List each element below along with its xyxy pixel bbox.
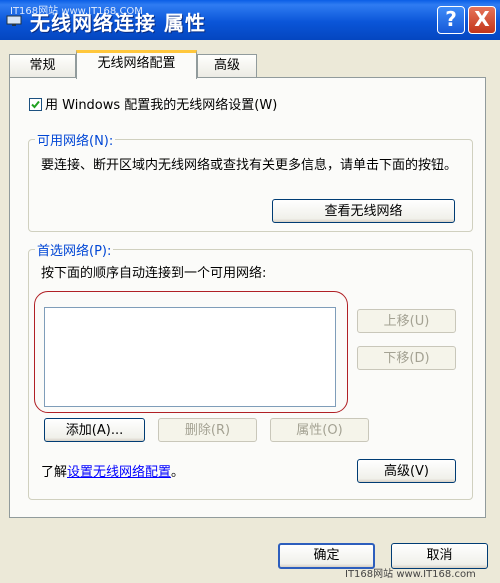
available-networks-description: 要连接、断开区域内无线网络或查找有关更多信息，请单击下面的按钮。 <box>41 158 458 173</box>
watermark-bottom: IT168网站 www.IT168.com <box>345 569 476 580</box>
preferred-networks-legend: 首选网络(P): <box>37 244 112 259</box>
learn-more-link[interactable]: 设置无线网络配置 <box>67 465 171 480</box>
move-up-button[interactable]: 上移(U) <box>357 309 456 333</box>
help-button[interactable]: ? <box>437 6 465 34</box>
window-title: 无线网络连接 属性 <box>30 11 206 35</box>
advanced-button[interactable]: 高级(V) <box>357 459 456 483</box>
available-networks-legend: 可用网络(N): <box>37 134 114 149</box>
properties-window: IT168网站 www.IT168.COM 无线网络连接 属性 ? X 常规 高… <box>0 0 500 583</box>
view-wireless-networks-button[interactable]: 查看无线网络 <box>272 199 455 223</box>
remove-button[interactable]: 删除(R) <box>158 418 257 442</box>
title-bar[interactable]: IT168网站 www.IT168.COM 无线网络连接 属性 ? X <box>0 0 500 40</box>
highlight-annotation <box>34 291 348 413</box>
use-windows-label: 用 Windows 配置我的无线网络设置(W) <box>45 98 278 113</box>
tab-advanced[interactable]: 高级 <box>197 54 257 77</box>
learn-prefix: 了解 <box>41 465 68 480</box>
add-button[interactable]: 添加(A)... <box>44 418 145 442</box>
checkmark-icon <box>31 100 40 109</box>
learn-suffix: 。 <box>171 465 185 480</box>
close-button[interactable]: X <box>468 6 496 34</box>
use-windows-checkbox[interactable] <box>29 98 42 111</box>
tab-wireless-networks[interactable]: 无线网络配置 <box>76 50 197 79</box>
tab-general[interactable]: 常规 <box>9 54 76 77</box>
move-down-button[interactable]: 下移(D) <box>357 346 456 370</box>
use-windows-config-row[interactable]: 用 Windows 配置我的无线网络设置(W) <box>29 94 277 113</box>
network-properties-button[interactable]: 属性(O) <box>270 418 369 442</box>
learn-more-row: 了解设置无线网络配置。 <box>41 461 184 480</box>
preferred-networks-description: 按下面的顺序自动连接到一个可用网络: <box>41 266 267 281</box>
